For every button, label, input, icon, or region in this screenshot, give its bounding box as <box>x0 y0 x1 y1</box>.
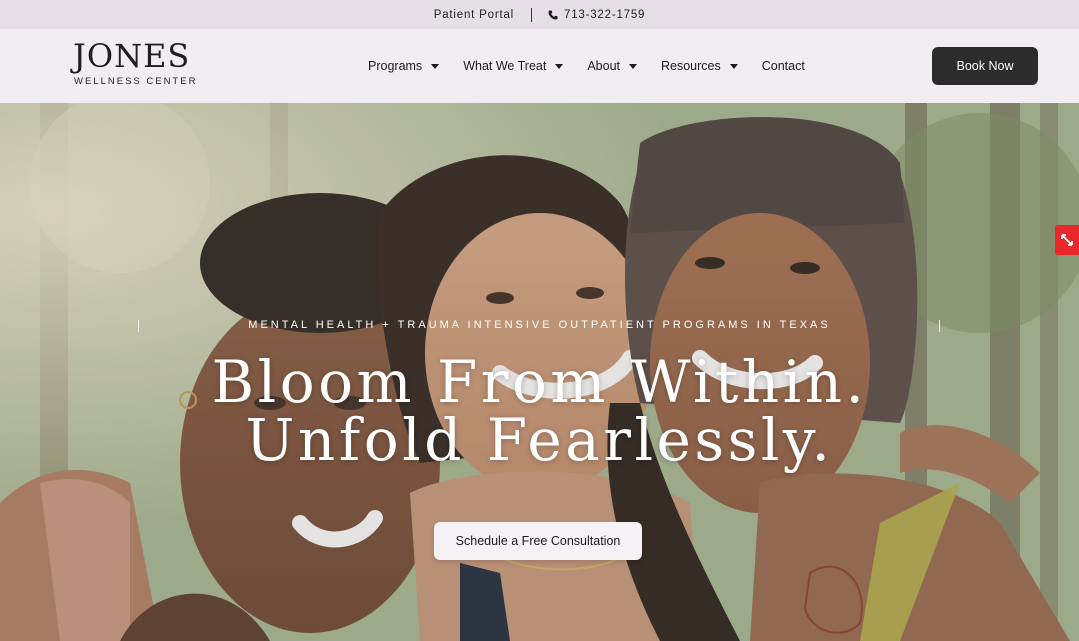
site-logo[interactable]: JONES WELLNESS CENTER <box>73 37 195 91</box>
phone-number: 713-322-1759 <box>564 8 646 21</box>
main-navigation: Programs What We Treat About Resources C… <box>368 29 829 103</box>
nav-item-programs[interactable]: Programs <box>368 59 440 73</box>
hero-title-line-2: Unfold Fearlessly. <box>245 406 834 474</box>
schedule-consultation-button[interactable]: Schedule a Free Consultation <box>434 522 642 560</box>
top-utility-bar: Patient Portal 713-322-1759 <box>0 0 1079 29</box>
nav-item-label: Resources <box>661 59 721 73</box>
nav-item-label: What We Treat <box>463 59 547 73</box>
hero-title-line-1: Bloom From Within. <box>211 348 868 416</box>
site-header: JONES WELLNESS CENTER Programs What We T… <box>0 29 1079 103</box>
nav-item-label: Contact <box>761 59 805 73</box>
caret-down-icon <box>629 63 637 69</box>
nav-item-label: Programs <box>368 59 423 73</box>
logo-wordmark: JONES <box>73 37 191 75</box>
nav-item-resources[interactable]: Resources <box>661 59 738 73</box>
phone-icon <box>548 10 558 19</box>
expand-icon <box>1061 234 1073 246</box>
nav-item-label: About <box>587 59 620 73</box>
logo-subtitle: WELLNESS CENTER <box>74 76 198 87</box>
caret-down-icon <box>729 63 738 69</box>
nav-item-what-we-treat[interactable]: What We Treat <box>463 59 564 73</box>
book-now-button[interactable]: Book Now <box>932 47 1038 85</box>
hero-title: Bloom From Within. Unfold Fearlessly. <box>0 353 1079 469</box>
nav-item-about[interactable]: About <box>587 59 637 73</box>
hero-section: MENTAL HEALTH + TRAUMA INTENSIVE OUTPATI… <box>0 103 1079 641</box>
divider <box>531 7 533 22</box>
hero-eyebrow: MENTAL HEALTH + TRAUMA INTENSIVE OUTPATI… <box>248 319 831 331</box>
nav-item-contact[interactable]: Contact <box>762 59 805 73</box>
caret-down-icon <box>431 63 440 69</box>
patient-portal-link[interactable]: Patient Portal <box>434 9 514 21</box>
caret-down-icon <box>555 63 564 69</box>
phone-link[interactable]: 713-322-1759 <box>548 9 645 21</box>
accessibility-widget-button[interactable] <box>1055 225 1079 255</box>
